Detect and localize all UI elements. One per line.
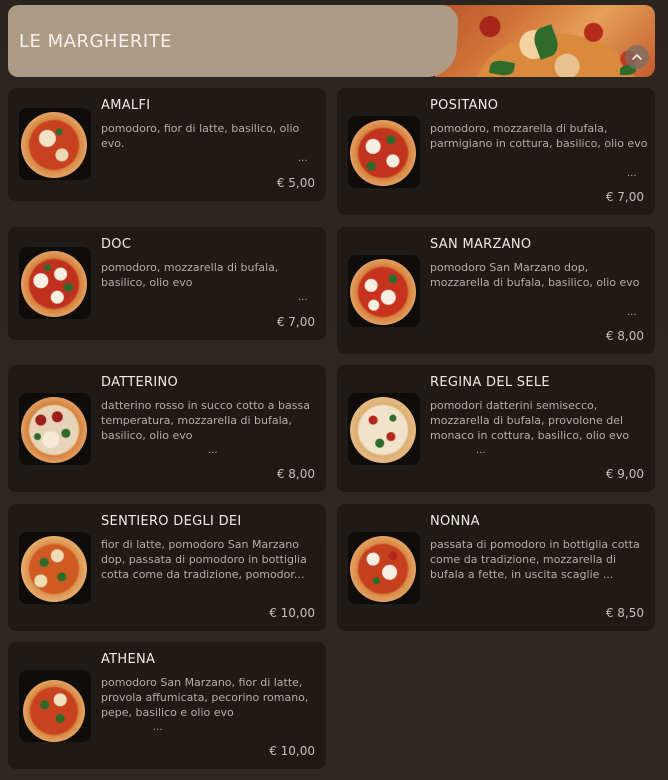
- menu-item-price: € 5,00: [276, 176, 315, 190]
- pizza-thumbnail: [348, 255, 420, 327]
- menu-item-name: REGINA DEL SELE: [430, 375, 550, 390]
- menu-item-price: € 7,00: [605, 190, 644, 204]
- menu-item-more: ...: [208, 445, 218, 456]
- menu-item-price: € 7,00: [276, 315, 315, 329]
- menu-item-price: € 10,00: [269, 606, 315, 620]
- menu-item-description: pomodoro, mozzarella di bufala, parmigia…: [430, 122, 648, 150]
- menu-item-name: DOC: [101, 237, 132, 252]
- menu-item-card[interactable]: SENTIERO DEGLI DEI fior di latte, pomodo…: [8, 504, 326, 631]
- menu-item-more: ...: [298, 153, 308, 164]
- menu-item-card[interactable]: ATHENA pomodoro San Marzano, fior di lat…: [8, 642, 326, 769]
- section-title: LE MARGHERITE: [19, 30, 173, 52]
- pizza-thumbnail: [19, 247, 91, 319]
- menu-item-name: POSITANO: [430, 98, 499, 113]
- menu-item-name: SAN MARZANO: [430, 237, 532, 252]
- menu-item-name: ATHENA: [101, 652, 156, 667]
- pizza-thumbnail: [19, 532, 91, 604]
- menu-item-price: € 8,00: [605, 329, 644, 343]
- menu-item-price: € 8,50: [605, 606, 644, 620]
- pizza-thumbnail: [19, 108, 91, 180]
- menu-item-description: pomodoro, fior di latte, basilico, olio …: [101, 122, 300, 150]
- menu-item-price: € 10,00: [269, 744, 315, 758]
- menu-item-description: passata di pomodoro in bottiglia cotta c…: [430, 538, 640, 581]
- menu-item-description: datterino rosso in succo cotto a bassa t…: [101, 399, 310, 442]
- menu-item-description: pomodoro San Marzano, fior di latte, pro…: [101, 676, 309, 719]
- menu-item-name: AMALFI: [101, 98, 151, 113]
- menu-item-more: ...: [476, 445, 486, 456]
- menu-item-price: € 8,00: [276, 467, 315, 481]
- menu-item-description: pomodoro, mozzarella di bufala, basilico…: [101, 261, 279, 289]
- menu-item-name: SENTIERO DEGLI DEI: [101, 514, 242, 529]
- menu-item-description: fior di latte, pomodoro San Marzano dop,…: [101, 538, 307, 581]
- menu-item-more: ...: [627, 168, 637, 179]
- menu-item-name: NONNA: [430, 514, 480, 529]
- pizza-thumbnail: [348, 116, 420, 188]
- menu-item-more: ...: [298, 292, 308, 303]
- menu-item-more: ...: [153, 722, 163, 733]
- pizza-thumbnail: [19, 670, 91, 742]
- collapse-button[interactable]: [625, 45, 649, 69]
- menu-item-card[interactable]: REGINA DEL SELE pomodori datterini semis…: [337, 365, 655, 492]
- menu-item-price: € 9,00: [605, 467, 644, 481]
- chevron-up-icon: [632, 54, 642, 60]
- menu-item-card[interactable]: POSITANO pomodoro, mozzarella di bufala,…: [337, 88, 655, 215]
- menu-item-card[interactable]: DATTERINO datterino rosso in succo cotto…: [8, 365, 326, 492]
- menu-item-more: ...: [627, 307, 637, 318]
- menu-item-card[interactable]: SAN MARZANO pomodoro San Marzano dop, mo…: [337, 227, 655, 354]
- pizza-thumbnail: [19, 393, 91, 465]
- menu-item-card[interactable]: AMALFI pomodoro, fior di latte, basilico…: [8, 88, 326, 201]
- menu-item-description: pomodoro San Marzano dop, mozzarella di …: [430, 261, 640, 289]
- menu-page: LE MARGHERITE AMALFI pomodoro, fior di l…: [0, 0, 668, 780]
- pizza-thumbnail: [348, 393, 420, 465]
- section-header-image: [435, 5, 655, 77]
- menu-item-card[interactable]: NONNA passata di pomodoro in bottiglia c…: [337, 504, 655, 631]
- menu-item-name: DATTERINO: [101, 375, 179, 390]
- pizza-thumbnail: [348, 532, 420, 604]
- section-header[interactable]: LE MARGHERITE: [8, 5, 655, 77]
- menu-item-card[interactable]: DOC pomodoro, mozzarella di bufala, basi…: [8, 227, 326, 340]
- menu-item-description: pomodori datterini semisecco, mozzarella…: [430, 399, 630, 442]
